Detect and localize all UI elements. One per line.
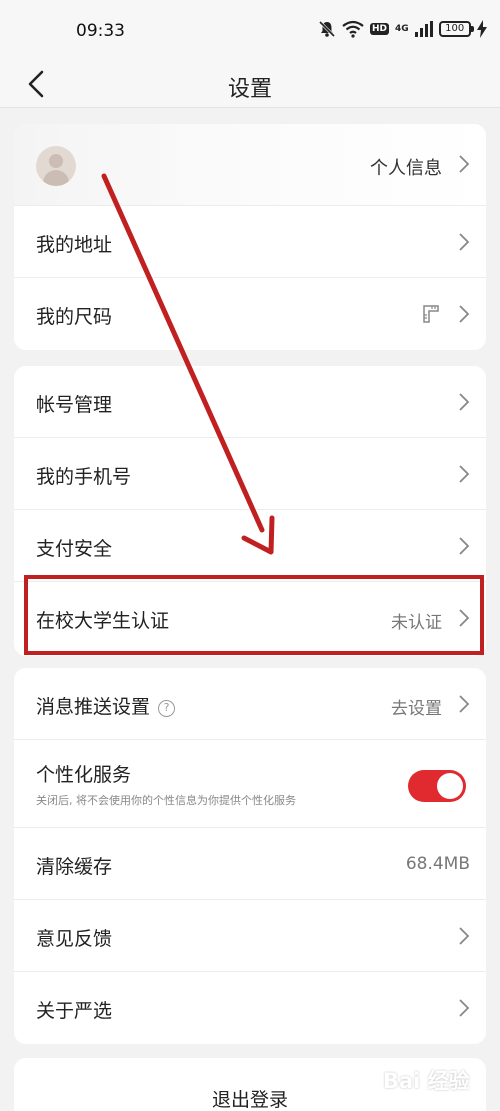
payment-security-row[interactable]: 支付安全 [14, 510, 486, 582]
about-label: 关于严选 [36, 1000, 113, 1022]
signal-label: 4G [395, 24, 409, 34]
personalization-desc: 关闭后, 将不会使用你的个性信息为你提供个性化服务 [36, 794, 296, 807]
size-row[interactable]: 我的尺码 [14, 278, 486, 350]
status-bar: 09:33 HD 4G 100 [0, 0, 500, 62]
chevron-right-icon [459, 999, 470, 1017]
avatar [36, 146, 76, 186]
push-settings-row[interactable]: 消息推送设置? 去设置 [14, 668, 486, 740]
chevron-right-icon [459, 465, 470, 483]
chevron-right-icon [459, 537, 470, 555]
payment-security-label: 支付安全 [36, 538, 113, 560]
feedback-label: 意见反馈 [36, 928, 113, 950]
ruler-icon [423, 305, 439, 323]
hd-icon: HD [370, 23, 390, 35]
address-row[interactable]: 我的地址 [14, 206, 486, 278]
page-title: 设置 [227, 77, 272, 102]
chevron-right-icon [459, 695, 470, 713]
size-label: 我的尺码 [36, 306, 113, 328]
watermark-logo: Bai 经验 [383, 1057, 491, 1097]
push-settings-value: 去设置 [391, 699, 442, 719]
personalization-toggle[interactable] [408, 770, 466, 802]
status-time: 09:33 [76, 21, 125, 41]
account-card: 个人信息 我的地址 我的尺码 [14, 124, 486, 350]
address-label: 我的地址 [36, 234, 113, 256]
feedback-row[interactable]: 意见反馈 [14, 900, 486, 972]
wifi-icon [342, 20, 364, 38]
phone-label: 我的手机号 [36, 466, 132, 488]
about-row[interactable]: 关于严选 [14, 972, 486, 1044]
profile-row[interactable]: 个人信息 [14, 124, 486, 206]
account-manage-row[interactable]: 帐号管理 [14, 366, 486, 438]
chevron-right-icon [459, 233, 470, 251]
preferences-card: 消息推送设置? 去设置 个性化服务 关闭后, 将不会使用你的个性信息为你提供个性… [14, 668, 486, 1044]
battery-icon: 100 [438, 21, 474, 37]
profile-link: 个人信息 [370, 158, 442, 179]
clear-cache-row[interactable]: 清除缓存 68.4MB [14, 828, 486, 900]
signal-icon [414, 21, 433, 37]
status-icons: HD 4G 100 [318, 20, 487, 38]
personalization-row: 个性化服务 关闭后, 将不会使用你的个性信息为你提供个性化服务 [14, 740, 486, 828]
account-manage-label: 帐号管理 [36, 394, 113, 416]
chevron-right-icon [459, 305, 470, 323]
charging-icon [476, 20, 487, 38]
personalization-label: 个性化服务 [36, 764, 132, 786]
nav-bar: 设置 [0, 62, 500, 108]
chevron-right-icon [459, 393, 470, 411]
clear-cache-label: 清除缓存 [36, 856, 113, 878]
phone-row[interactable]: 我的手机号 [14, 438, 486, 510]
chevron-right-icon [459, 155, 470, 173]
watermark-text: Bai 经验 [383, 1069, 470, 1093]
push-settings-label: 消息推送设置? [36, 692, 176, 719]
mute-bell-icon [318, 20, 336, 38]
chevron-right-icon [459, 927, 470, 945]
annotation-highlight-box [24, 575, 484, 655]
help-icon[interactable]: ? [158, 700, 176, 717]
cache-size: 68.4MB [405, 854, 470, 874]
